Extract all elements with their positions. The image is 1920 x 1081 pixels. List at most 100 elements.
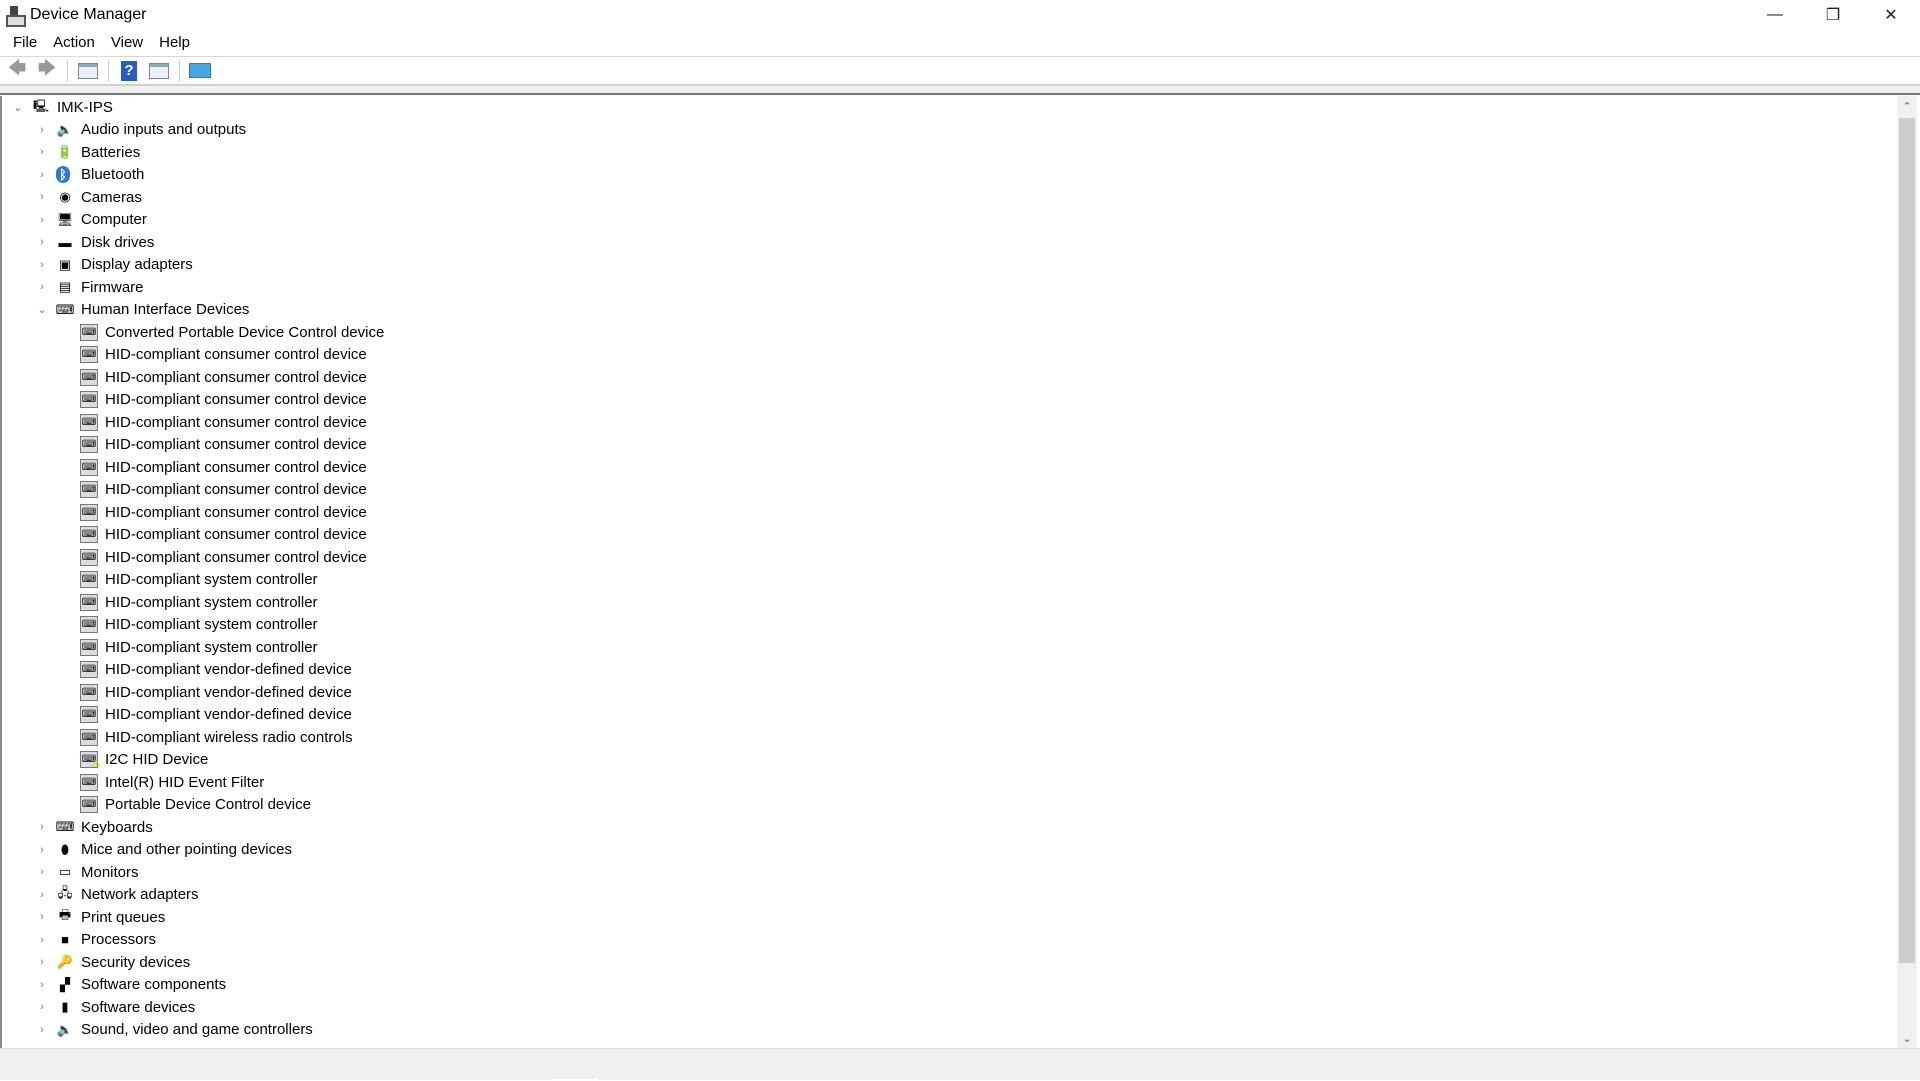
tree-item[interactable]: ⌨ Converted Portable Device Control devic… — [2, 321, 1897, 344]
expand-chevron-icon[interactable]: › — [36, 259, 48, 271]
tree-item-label: HID-compliant system controller — [105, 571, 318, 589]
status-bar — [0, 1048, 1920, 1081]
minimize-button[interactable]: — — [1746, 0, 1804, 29]
tree-item[interactable]: ⌨ HID-compliant system controller — [2, 569, 1897, 592]
expand-chevron-icon[interactable]: › — [36, 821, 48, 833]
keyboard-icon: ⌨ — [55, 819, 75, 835]
scroll-thumb[interactable] — [1899, 118, 1915, 963]
tree-item[interactable]: › ⬮ Mice and other pointing devices — [2, 839, 1897, 862]
tree-item[interactable]: › 🔑 Security devices — [2, 951, 1897, 974]
show-action-pane-icon[interactable] — [147, 60, 171, 82]
tree-item[interactable]: › ▞ Software components — [2, 974, 1897, 997]
hid-device-icon: ⌨ — [80, 593, 98, 611]
expand-chevron-icon[interactable]: › — [36, 979, 48, 991]
tree-item[interactable]: ⌨ HID-compliant system controller — [2, 591, 1897, 614]
tree-item[interactable]: › ▣ Display adapters — [2, 254, 1897, 277]
tree-item[interactable]: ⌨ HID-compliant consumer control device — [2, 434, 1897, 457]
menu-view[interactable]: View — [103, 34, 151, 51]
hid-device-icon: ⌨ — [80, 346, 98, 364]
tree-item[interactable]: › ▤ Firmware — [2, 276, 1897, 299]
tree-item[interactable]: ⌨ HID-compliant consumer control device — [2, 456, 1897, 479]
expand-chevron-icon[interactable]: › — [36, 1001, 48, 1013]
tree-item-label: HID-compliant consumer control device — [105, 481, 367, 499]
tree-item-label: Sound, video and game controllers — [81, 1021, 313, 1039]
menu-action[interactable]: Action — [45, 34, 103, 51]
tree-item-label: HID-compliant consumer control device — [105, 413, 367, 431]
tree-item-label: Software devices — [81, 998, 196, 1016]
scan-hardware-icon[interactable] — [188, 60, 212, 82]
tree-item[interactable]: ⌨ HID-compliant system controller — [2, 636, 1897, 659]
tree-item[interactable]: › ◉ Cameras — [2, 186, 1897, 209]
tree-item[interactable]: ⌨ Portable Device Control device — [2, 794, 1897, 817]
forward-icon[interactable]: 🡆 — [35, 58, 59, 82]
tree-item-label: HID-compliant vendor-defined device — [105, 683, 352, 701]
hid-device-icon: ⌨ — [80, 391, 98, 409]
tree-item[interactable]: ⌨ HID-compliant vendor-defined device — [2, 704, 1897, 727]
tree-item[interactable]: ⌨ HID-compliant consumer control device — [2, 546, 1897, 569]
scroll-down-icon[interactable]: ⌄ — [1897, 1028, 1917, 1048]
tree-item[interactable]: › 🔈 Sound, video and game controllers — [2, 1019, 1897, 1042]
expand-chevron-icon[interactable]: › — [36, 889, 48, 901]
help-icon[interactable]: ? — [117, 60, 141, 82]
tree-item-label: Print queues — [81, 908, 166, 926]
tree-item[interactable]: ⌨ HID-compliant vendor-defined device — [2, 681, 1897, 704]
tree-item[interactable]: › 🖥 Computer — [2, 209, 1897, 232]
tree-item[interactable]: › 🖶 Print queues — [2, 906, 1897, 929]
tree-item[interactable]: ⌨ HID-compliant consumer control device — [2, 479, 1897, 502]
tree-item[interactable]: › ▭ Monitors — [2, 861, 1897, 884]
back-icon[interactable]: 🡄 — [5, 58, 29, 82]
expand-chevron-icon[interactable]: › — [36, 866, 48, 878]
tree-item-label: Batteries — [81, 143, 141, 161]
collapse-chevron-icon[interactable]: ⌄ — [36, 303, 48, 316]
expand-chevron-icon[interactable]: › — [36, 911, 48, 923]
tree-item-label: Portable Device Control device — [105, 796, 311, 814]
speaker-icon: 🔈 — [56, 1021, 74, 1037]
tree-item[interactable]: ⌨ HID-compliant vendor-defined device — [2, 659, 1897, 682]
expand-chevron-icon[interactable]: › — [36, 1024, 48, 1036]
menu-file[interactable]: File — [5, 34, 45, 51]
tree-item[interactable]: › 🖧 Network adapters — [2, 884, 1897, 907]
tree-item[interactable]: › 🔋 Batteries — [2, 141, 1897, 164]
tree-item[interactable]: ⌨ HID-compliant wireless radio controls — [2, 726, 1897, 749]
expand-chevron-icon[interactable]: › — [36, 934, 48, 946]
expand-chevron-icon[interactable]: › — [36, 146, 48, 158]
expand-chevron-icon[interactable]: › — [36, 191, 48, 203]
tree-item[interactable]: ⌄ ⌨ Human Interface Devices — [2, 299, 1897, 322]
vertical-scrollbar[interactable]: ⌃ ⌄ — [1897, 96, 1917, 1048]
expand-chevron-icon[interactable]: › — [36, 124, 48, 136]
computer-icon: 🖥 — [56, 211, 74, 227]
tree-item[interactable]: ⌨ HID-compliant consumer control device — [2, 344, 1897, 367]
expand-chevron-icon[interactable]: › — [36, 956, 48, 968]
tree-item[interactable]: ⌨ HID-compliant consumer control device — [2, 411, 1897, 434]
tree-item-label: HID-compliant system controller — [105, 638, 318, 656]
restore-button[interactable]: ❐ — [1804, 0, 1862, 29]
computer-icon: 🖳 — [32, 98, 49, 113]
tree-item[interactable]: › ▬ Disk drives — [2, 231, 1897, 254]
warning-icon: ⚠ — [91, 758, 101, 771]
tree-item[interactable]: ⌨ HID-compliant consumer control device — [2, 501, 1897, 524]
tree-item[interactable]: › 🔈 Audio inputs and outputs — [2, 119, 1897, 142]
expand-chevron-icon[interactable]: › — [36, 236, 48, 248]
tree-item[interactable]: ⌨ HID-compliant system controller — [2, 614, 1897, 637]
tree-item[interactable]: › ᛒ Bluetooth — [2, 164, 1897, 187]
tree-item-label: Bluetooth — [81, 166, 145, 184]
collapse-chevron-icon[interactable]: ⌄ — [12, 101, 24, 114]
expand-chevron-icon[interactable]: › — [36, 844, 48, 856]
tree-item[interactable]: ⌨ Intel(R) HID Event Filter — [2, 771, 1897, 794]
tree-item[interactable]: › ▮ Software devices — [2, 996, 1897, 1019]
firmware-icon: ▤ — [58, 279, 72, 295]
expand-chevron-icon[interactable]: › — [36, 169, 48, 181]
close-button[interactable]: ✕ — [1862, 0, 1920, 29]
expand-chevron-icon[interactable]: › — [36, 214, 48, 226]
scroll-up-icon[interactable]: ⌃ — [1897, 96, 1917, 116]
show-hide-console-tree-icon[interactable] — [76, 60, 100, 82]
tree-item[interactable]: › ■ Processors — [2, 929, 1897, 952]
menu-help[interactable]: Help — [151, 34, 198, 51]
expand-chevron-icon[interactable]: › — [36, 281, 48, 293]
tree-item[interactable]: › ⌨ Keyboards — [2, 816, 1897, 839]
tree-item[interactable]: ⌄ 🖳 IMK-IPS — [2, 96, 1897, 119]
tree-item[interactable]: ⌨ HID-compliant consumer control device — [2, 366, 1897, 389]
tree-item[interactable]: ⌨ HID-compliant consumer control device — [2, 389, 1897, 412]
tree-item[interactable]: ⌨ ⚠ I2C HID Device — [2, 749, 1897, 772]
tree-item[interactable]: ⌨ HID-compliant consumer control device — [2, 524, 1897, 547]
